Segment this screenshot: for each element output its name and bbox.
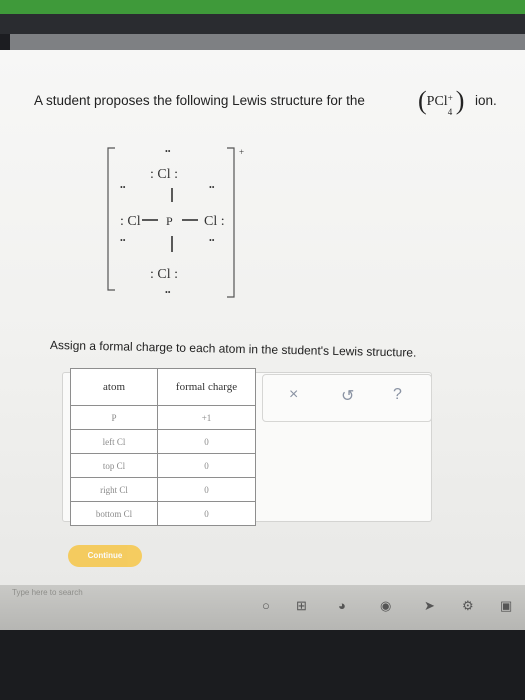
charge-input[interactable]: 0	[157, 453, 256, 478]
charge-input[interactable]: 0	[157, 429, 256, 454]
bezel-gap	[0, 14, 525, 34]
lewis-charge: +	[239, 147, 244, 157]
chrome-icon[interactable]: ◉	[380, 598, 391, 614]
task-view-icon[interactable]: ⊞	[296, 598, 307, 614]
ion-formula-main: PCl	[426, 94, 448, 109]
table-row: bottom Cl 0	[70, 501, 256, 526]
row-atom: bottom Cl	[70, 501, 158, 526]
right-bracket	[227, 147, 235, 298]
bottom-cl-dots: ••	[165, 288, 171, 297]
question-text: A student proposes the following Lewis s…	[34, 93, 365, 108]
edge-icon[interactable]: ◕	[338, 598, 346, 613]
header-band	[10, 34, 525, 50]
charge-input[interactable]: 0	[157, 501, 256, 526]
top-cl-dots: ••	[165, 147, 171, 156]
cortana-icon[interactable]: ○	[262, 598, 270, 613]
ion-formula: (PCl +4)	[418, 86, 465, 117]
table-row: left Cl 0	[70, 429, 256, 454]
clear-button[interactable]: ×	[289, 386, 298, 404]
screen-bezel	[0, 630, 525, 700]
left-cl-atom: : Cl	[120, 214, 141, 229]
table-row: right Cl 0	[70, 477, 256, 502]
header-atom: atom	[70, 368, 158, 406]
charge-input[interactable]: +1	[157, 405, 256, 430]
lewis-structure: + •• : Cl : •• : Cl •• P •• Cl : •• : Cl…	[107, 147, 244, 298]
top-green-bar	[0, 0, 525, 14]
header-formal-charge: formal charge	[157, 368, 256, 406]
charge-input[interactable]: 0	[157, 477, 256, 502]
continue-button[interactable]: Continue	[68, 545, 142, 567]
left-cl-dots-bottom: ••	[120, 236, 126, 245]
p-atom: P	[166, 214, 173, 228]
row-atom: top Cl	[70, 453, 158, 478]
top-cl-atom: : Cl :	[150, 167, 178, 182]
help-button[interactable]: ?	[393, 386, 402, 404]
table-row: P +1	[70, 405, 256, 430]
row-atom: P	[70, 405, 158, 430]
undo-button[interactable]: ↺	[341, 386, 354, 406]
left-bracket	[107, 147, 115, 291]
settings-icon[interactable]: ⚙	[462, 598, 474, 614]
right-cl-atom: Cl :	[204, 214, 225, 229]
ion-charge: +	[447, 93, 453, 103]
right-cl-dots-top: ••	[209, 183, 215, 192]
bottom-cl-atom: : Cl :	[150, 267, 178, 282]
right-cl-dots-bottom: ••	[209, 236, 215, 245]
row-atom: right Cl	[70, 477, 158, 502]
formal-charge-table: atom formal charge P +1 left Cl 0 top Cl…	[70, 368, 256, 526]
folder-icon[interactable]: ▣	[500, 598, 512, 614]
table-row: top Cl 0	[70, 453, 256, 478]
left-cl-dots-top: ••	[120, 183, 126, 192]
app-icon[interactable]: ➤	[424, 598, 435, 614]
ion-word: ion.	[475, 93, 497, 108]
taskbar-search[interactable]: Type here to search	[12, 588, 83, 597]
row-atom: left Cl	[70, 429, 158, 454]
ion-subscript: 4	[447, 107, 453, 117]
